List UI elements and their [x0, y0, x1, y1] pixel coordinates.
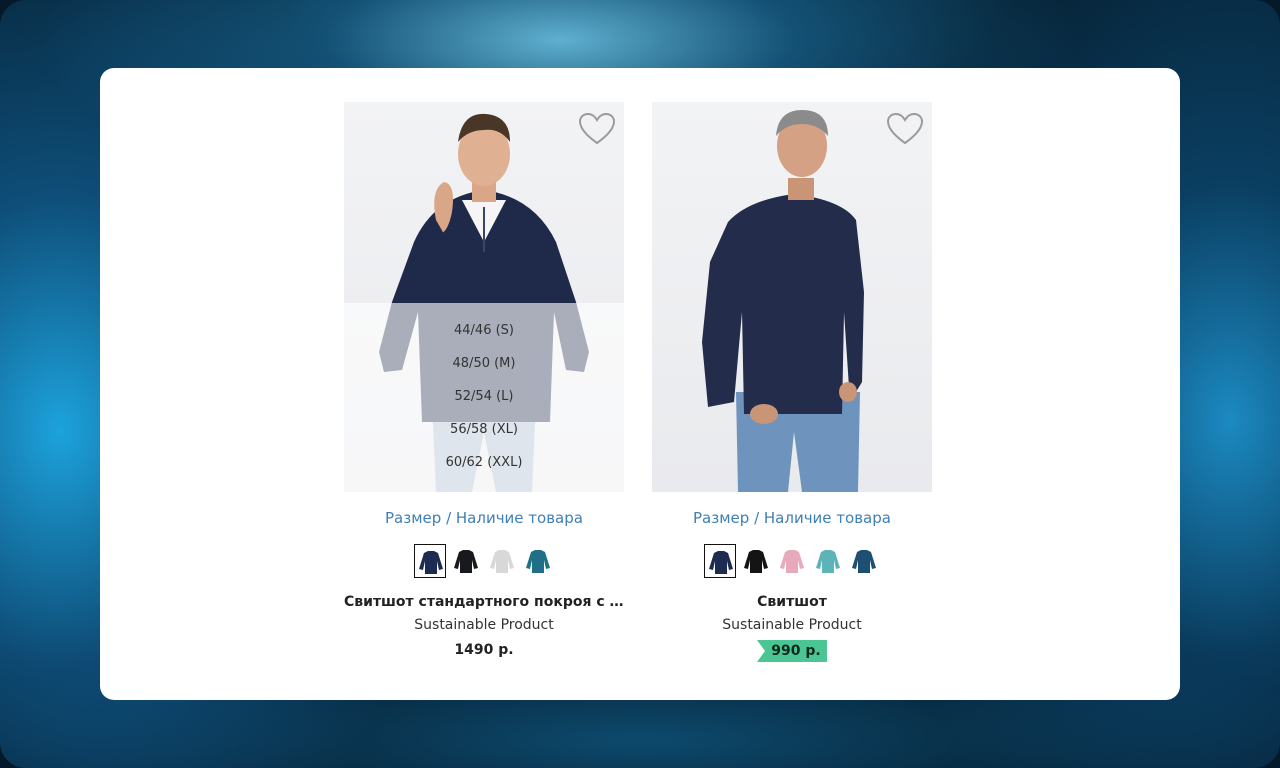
- size-option[interactable]: 56/58 (XL): [344, 422, 624, 437]
- color-swatch[interactable]: [414, 544, 446, 578]
- color-swatch[interactable]: [704, 544, 736, 578]
- product-image-2[interactable]: [652, 102, 932, 492]
- sweater-thumbnail-icon: [419, 551, 443, 574]
- color-swatch[interactable]: [848, 544, 880, 578]
- sale-price-badge: 990 р.: [757, 640, 827, 662]
- product-name[interactable]: Свитшот: [652, 592, 932, 612]
- wishlist-heart-icon[interactable]: [578, 112, 616, 146]
- wishlist-heart-icon[interactable]: [886, 112, 924, 146]
- color-swatches: [344, 544, 624, 580]
- sweater-thumbnail-icon: [490, 550, 514, 573]
- size-availability-link[interactable]: Размер / Наличие товара: [652, 508, 932, 528]
- product-grid-card: 44/46 (S) 48/50 (M) 52/54 (L) 56/58 (XL)…: [100, 68, 1180, 700]
- product-price: 990 р.: [652, 640, 932, 662]
- size-availability-link[interactable]: Размер / Наличие товара: [344, 508, 624, 528]
- product-card-1[interactable]: 44/46 (S) 48/50 (M) 52/54 (L) 56/58 (XL)…: [344, 102, 624, 660]
- sweater-thumbnail-icon: [454, 550, 478, 573]
- color-swatch[interactable]: [450, 544, 482, 578]
- size-option[interactable]: 48/50 (M): [344, 356, 624, 371]
- product-subtitle: Sustainable Product: [722, 617, 862, 633]
- size-option[interactable]: 52/54 (L): [344, 389, 624, 404]
- color-swatch[interactable]: [486, 544, 518, 578]
- sweater-thumbnail-icon: [780, 550, 804, 573]
- size-selector-overlay: 44/46 (S) 48/50 (M) 52/54 (L) 56/58 (XL)…: [344, 303, 624, 492]
- product-name[interactable]: Свитшот стандартного покроя с ...: [344, 592, 624, 612]
- color-swatch[interactable]: [776, 544, 808, 578]
- screenshot-frame: 44/46 (S) 48/50 (M) 52/54 (L) 56/58 (XL)…: [0, 0, 1280, 768]
- sweater-thumbnail-icon: [526, 550, 550, 573]
- size-option[interactable]: 44/46 (S): [344, 323, 624, 338]
- size-option[interactable]: 60/62 (XXL): [344, 455, 624, 470]
- product-subtitle: Sustainable Product: [414, 617, 554, 633]
- product-image-1[interactable]: 44/46 (S) 48/50 (M) 52/54 (L) 56/58 (XL)…: [344, 102, 624, 492]
- color-swatches: [652, 544, 932, 580]
- sweater-thumbnail-icon: [709, 551, 733, 574]
- sweater-thumbnail-icon: [852, 550, 876, 573]
- sweater-thumbnail-icon: [744, 550, 768, 573]
- color-swatch[interactable]: [740, 544, 772, 578]
- product-price: 1490 р.: [454, 642, 514, 658]
- sweater-thumbnail-icon: [816, 550, 840, 573]
- color-swatch[interactable]: [812, 544, 844, 578]
- color-swatch[interactable]: [522, 544, 554, 578]
- product-card-2[interactable]: Размер / Наличие товара Свитшот Sustaina…: [652, 102, 932, 662]
